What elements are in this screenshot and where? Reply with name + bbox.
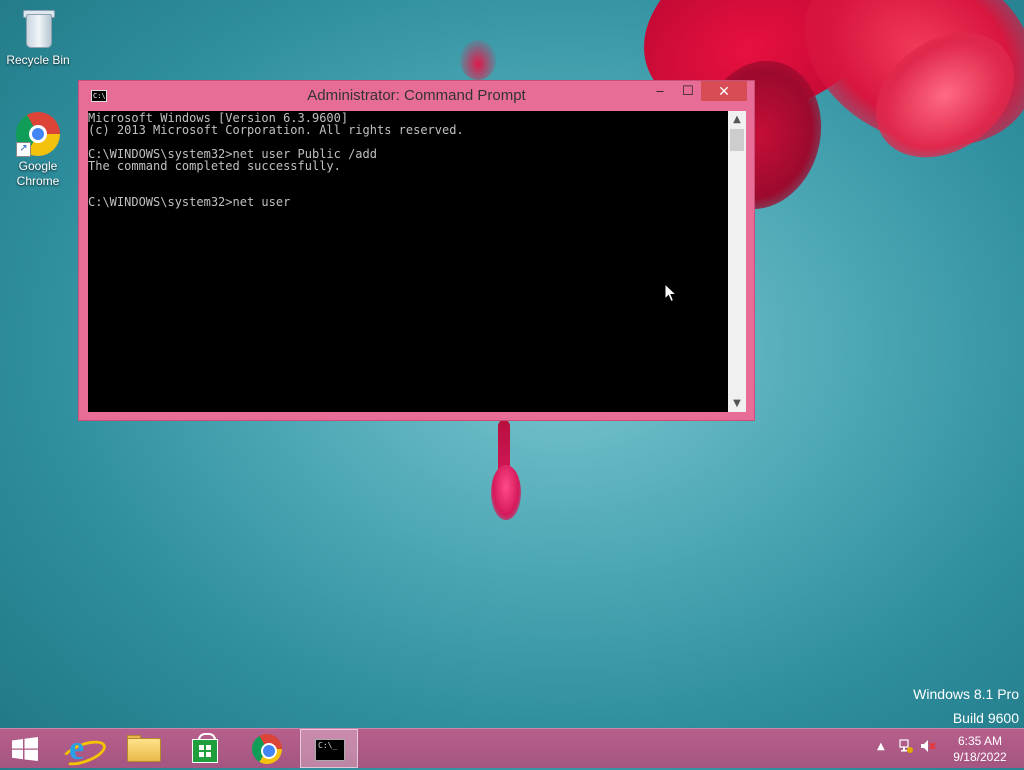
watermark-edition: Windows 8.1 Pro bbox=[913, 686, 1019, 702]
taskbar-internet-explorer[interactable]: e bbox=[52, 729, 110, 770]
folder-icon bbox=[127, 738, 161, 762]
taskbar-command-prompt[interactable]: C:\_ bbox=[300, 729, 358, 768]
console-text: Microsoft Windows [Version 6.3.9600] (c)… bbox=[88, 111, 464, 209]
volume-muted-icon[interactable] bbox=[920, 739, 936, 753]
mouse-pointer-icon bbox=[664, 283, 678, 303]
scroll-down-button[interactable]: ▼ bbox=[728, 395, 746, 412]
start-button[interactable] bbox=[0, 729, 58, 768]
show-hidden-icons-button[interactable]: ▲ bbox=[877, 741, 885, 752]
desktop-icon-label: Google bbox=[18, 159, 58, 173]
windows-logo-icon bbox=[12, 737, 38, 761]
taskbar-store[interactable] bbox=[176, 729, 234, 768]
maximize-button[interactable]: ☐ bbox=[675, 81, 701, 101]
desktop-icon-label: Chrome bbox=[16, 174, 60, 188]
command-prompt-icon: C:\_ bbox=[315, 739, 345, 761]
scroll-up-button[interactable]: ▲ bbox=[728, 111, 746, 128]
desktop-icon-label: Recycle Bin bbox=[6, 53, 70, 67]
system-tray: ▲ 6:35 AM 9/18/2022 bbox=[870, 729, 1024, 768]
taskbar-clock[interactable]: 6:35 AM 9/18/2022 bbox=[942, 733, 1018, 765]
watermark-build: Build 9600 bbox=[952, 710, 1019, 726]
shortcut-arrow-icon: ↗ bbox=[16, 142, 31, 157]
command-prompt-window[interactable]: C:\ Administrator: Command Prompt – ☐ ✕ … bbox=[78, 80, 755, 421]
console-output[interactable]: Microsoft Windows [Version 6.3.9600] (c)… bbox=[88, 111, 728, 412]
vertical-scrollbar[interactable]: ▲ ▼ bbox=[728, 111, 746, 412]
wallpaper-bud bbox=[491, 465, 521, 520]
chrome-icon: ↗ bbox=[16, 112, 60, 157]
clock-time: 6:35 AM bbox=[957, 734, 1003, 748]
network-icon[interactable] bbox=[899, 739, 913, 753]
clock-date: 9/18/2022 bbox=[953, 750, 1007, 764]
close-button[interactable]: ✕ bbox=[701, 81, 747, 101]
desktop-icon-recycle-bin[interactable]: Recycle Bin bbox=[0, 6, 76, 68]
taskbar-file-explorer[interactable] bbox=[114, 729, 172, 768]
desktop-icon-google-chrome[interactable]: ↗ Google Chrome bbox=[0, 112, 76, 189]
minimize-button[interactable]: – bbox=[647, 81, 673, 101]
taskbar-chrome[interactable] bbox=[238, 729, 296, 768]
desktop: Recycle Bin ↗ Google Chrome C:\ Administ… bbox=[0, 0, 1024, 728]
wallpaper-bud bbox=[460, 40, 496, 80]
recycle-bin-icon bbox=[16, 6, 60, 50]
windows-edition-watermark: Windows 8.1 Pro Build 9600 bbox=[913, 682, 1019, 728]
taskbar: e C:\_ ▲ 6:35 AM 9/18/2022 bbox=[0, 728, 1024, 770]
window-titlebar[interactable]: C:\ Administrator: Command Prompt – ☐ ✕ bbox=[79, 81, 754, 111]
scrollbar-thumb[interactable] bbox=[730, 129, 744, 151]
